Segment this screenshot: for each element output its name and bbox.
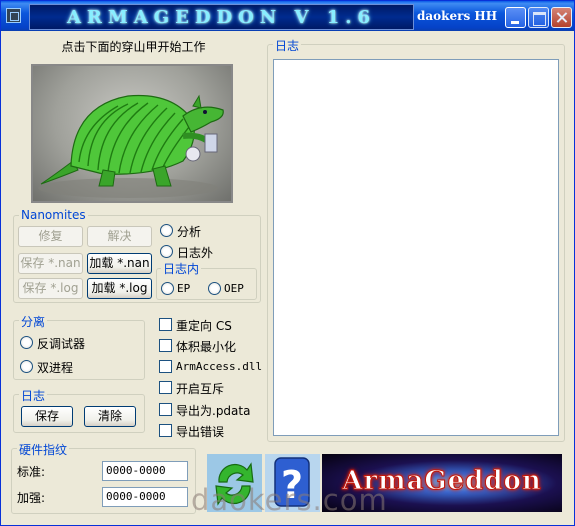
dual-process-label: 双进程 (37, 361, 74, 375)
standard-label: 标准: (17, 465, 46, 479)
load-nan-button[interactable]: 加载 *.nan (87, 253, 152, 274)
save-nan-button[interactable]: 保存 *.nan (18, 253, 83, 274)
minimize-size-checkbox[interactable] (159, 339, 172, 352)
outside-log-label: 日志外 (177, 246, 214, 260)
title-banner-text: ARMAGEDDON V 1.6 (66, 7, 377, 28)
log-textarea[interactable] (273, 59, 559, 436)
nanomites-title: Nanomites (19, 208, 88, 222)
analyze-radio[interactable] (160, 224, 173, 237)
load-log-button[interactable]: 加载 *.log (87, 278, 152, 299)
outside-log-radio[interactable] (160, 245, 173, 258)
enhanced-label: 加强: (17, 491, 46, 505)
app-icon[interactable] (6, 8, 21, 23)
log-save-button[interactable]: 保存 (21, 406, 73, 427)
standard-field[interactable]: 0000-0000 (102, 461, 188, 481)
redirect-cs-label: 重定向 CS (176, 319, 232, 333)
armaccess-checkbox[interactable] (159, 360, 172, 373)
window-title: daokers HH (417, 9, 498, 23)
watermark: daokers.com (191, 483, 388, 517)
title-banner: ARMAGEDDON V 1.6 (29, 4, 414, 30)
export-errors-checkbox[interactable] (159, 424, 172, 437)
dual-process-radio[interactable] (20, 360, 33, 373)
oep-radio[interactable] (208, 282, 221, 295)
mutex-label: 开启互斥 (176, 382, 225, 396)
export-pdata-label: 导出为.pdata (176, 404, 251, 418)
ep-label: EP (177, 282, 191, 295)
close-button[interactable] (551, 7, 572, 28)
ep-radio[interactable] (161, 282, 174, 295)
analyze-label: 分析 (177, 225, 202, 239)
log-group-title: 日志 (19, 387, 48, 404)
enhanced-field[interactable]: 0000-0000 (102, 487, 188, 507)
minimize-button[interactable] (505, 7, 526, 28)
mutex-checkbox[interactable] (159, 381, 172, 394)
export-pdata-checkbox[interactable] (159, 403, 172, 416)
anti-debugger-radio[interactable] (20, 336, 33, 349)
log-panel-title: 日志 (273, 37, 302, 54)
maximize-button[interactable] (528, 7, 549, 28)
armadillo-image[interactable] (31, 64, 233, 203)
minimize-size-label: 体积最小化 (176, 340, 237, 354)
inside-log-title: 日志内 (161, 260, 202, 277)
anti-debugger-label: 反调试器 (37, 337, 86, 351)
repair-button[interactable]: 修复 (18, 226, 83, 247)
separation-title: 分离 (19, 313, 48, 330)
oep-label: OEP (224, 282, 244, 295)
redirect-cs-checkbox[interactable] (159, 318, 172, 331)
title-bar: ARMAGEDDON V 1.6 daokers HH (1, 1, 574, 31)
hardware-title: 硬件指纹 (17, 441, 70, 458)
save-log-button[interactable]: 保存 *.log (18, 278, 83, 299)
instruction-text: 点击下面的穿山甲开始工作 (61, 40, 206, 54)
log-clear-button[interactable]: 清除 (84, 406, 136, 427)
decrypt-button[interactable]: 解决 (87, 226, 152, 247)
armaccess-label: ArmAccess.dll (176, 360, 263, 373)
main-window: ARMAGEDDON V 1.6 daokers HH 点击下面的穿山甲开始工作 (0, 0, 575, 526)
export-errors-label: 导出错误 (176, 425, 225, 439)
